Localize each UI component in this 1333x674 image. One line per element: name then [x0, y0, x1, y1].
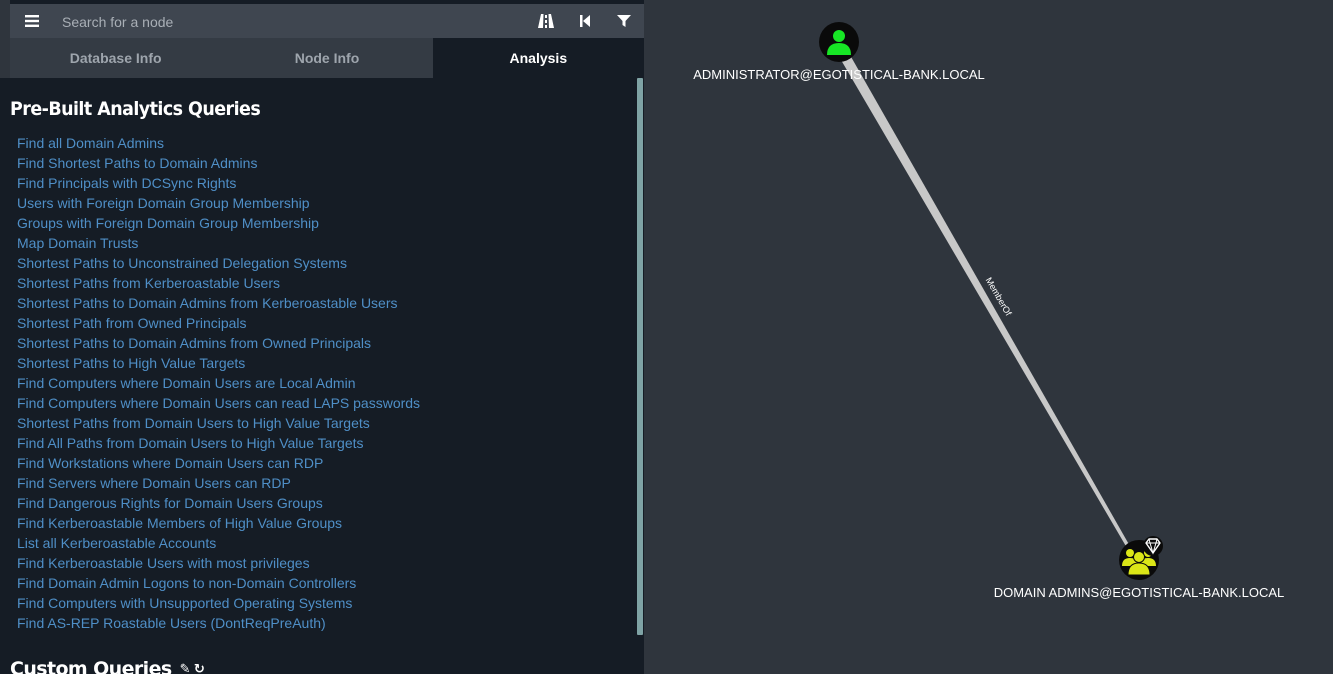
custom-queries-heading: Custom Queries ✎ ↻	[10, 658, 205, 674]
tab-analysis[interactable]: Analysis	[432, 38, 644, 78]
graph-node-user[interactable]	[819, 22, 859, 62]
query-link[interactable]: Shortest Paths to High Value Targets	[17, 353, 420, 373]
search-bar	[10, 4, 644, 38]
node-label-domain-admins: DOMAIN ADMINS@EGOTISTICAL-BANK.LOCAL	[994, 585, 1285, 600]
query-link[interactable]: Find Computers with Unsupported Operatin…	[17, 593, 420, 613]
query-link[interactable]: Find Dangerous Rights for Domain Users G…	[17, 493, 420, 513]
edit-icon[interactable]: ✎	[180, 662, 191, 674]
diamond-icon	[1143, 536, 1163, 556]
query-link[interactable]: Shortest Paths to Domain Admins from Ker…	[17, 293, 420, 313]
node-label-administrator: ADMINISTRATOR@EGOTISTICAL-BANK.LOCAL	[693, 67, 985, 82]
query-link[interactable]: Find All Paths from Domain Users to High…	[17, 433, 420, 453]
query-link[interactable]: Map Domain Trusts	[17, 233, 420, 253]
query-link[interactable]: Shortest Paths from Domain Users to High…	[17, 413, 420, 433]
filter-button[interactable]	[612, 9, 636, 33]
query-link[interactable]: Find AS-REP Roastable Users (DontReqPreA…	[17, 613, 420, 633]
query-link[interactable]: Shortest Paths to Unconstrained Delegati…	[17, 253, 420, 273]
query-link[interactable]: Find all Domain Admins	[17, 133, 420, 153]
query-link[interactable]: Find Computers where Domain Users can re…	[17, 393, 420, 413]
back-button[interactable]	[573, 9, 597, 33]
tab-database-info[interactable]: Database Info	[10, 38, 221, 78]
query-link[interactable]: Find Servers where Domain Users can RDP	[17, 473, 420, 493]
analysis-content: Pre-Built Analytics Queries Find all Dom…	[0, 78, 636, 674]
query-link[interactable]: Find Shortest Paths to Domain Admins	[17, 153, 420, 173]
menu-button[interactable]	[20, 10, 44, 32]
query-link[interactable]: Find Domain Admin Logons to non-Domain C…	[17, 573, 420, 593]
query-link[interactable]: Shortest Paths from Kerberoastable Users	[17, 273, 420, 293]
panel-tabs: Database Info Node Info Analysis	[10, 38, 644, 78]
custom-queries-title: Custom Queries	[10, 658, 172, 674]
refresh-icon[interactable]: ↻	[194, 662, 205, 674]
query-list: Find all Domain Admins Find Shortest Path…	[17, 133, 420, 633]
panel-gap	[0, 0, 10, 78]
scrollbar[interactable]	[637, 78, 643, 635]
query-link[interactable]: Find Kerberoastable Users with most priv…	[17, 553, 420, 573]
query-link[interactable]: List all Kerberoastable Accounts	[17, 533, 420, 553]
step-backward-icon	[580, 15, 590, 27]
query-link[interactable]: Find Workstations where Domain Users can…	[17, 453, 420, 473]
side-panel: Database Info Node Info Analysis Pre-Bui…	[0, 0, 644, 674]
query-link[interactable]: Shortest Path from Owned Principals	[17, 313, 420, 333]
edge-memberof[interactable]	[834, 48, 1131, 548]
pathfinding-button[interactable]	[534, 9, 558, 33]
query-link[interactable]: Find Computers where Domain Users are Lo…	[17, 373, 420, 393]
search-input[interactable]	[60, 8, 524, 36]
filter-icon	[617, 15, 631, 27]
tab-node-info[interactable]: Node Info	[221, 38, 432, 78]
query-link[interactable]: Find Kerberoastable Members of High Valu…	[17, 513, 420, 533]
prebuilt-queries-heading: Pre-Built Analytics Queries	[10, 98, 261, 120]
hamburger-menu-icon	[25, 15, 39, 27]
query-link[interactable]: Shortest Paths to Domain Admins from Own…	[17, 333, 420, 353]
road-icon	[538, 14, 554, 28]
edge-label: MemberOf	[984, 276, 1014, 318]
query-link[interactable]: Groups with Foreign Domain Group Members…	[17, 213, 420, 233]
query-link[interactable]: Find Principals with DCSync Rights	[17, 173, 420, 193]
query-link[interactable]: Users with Foreign Domain Group Membersh…	[17, 193, 420, 213]
